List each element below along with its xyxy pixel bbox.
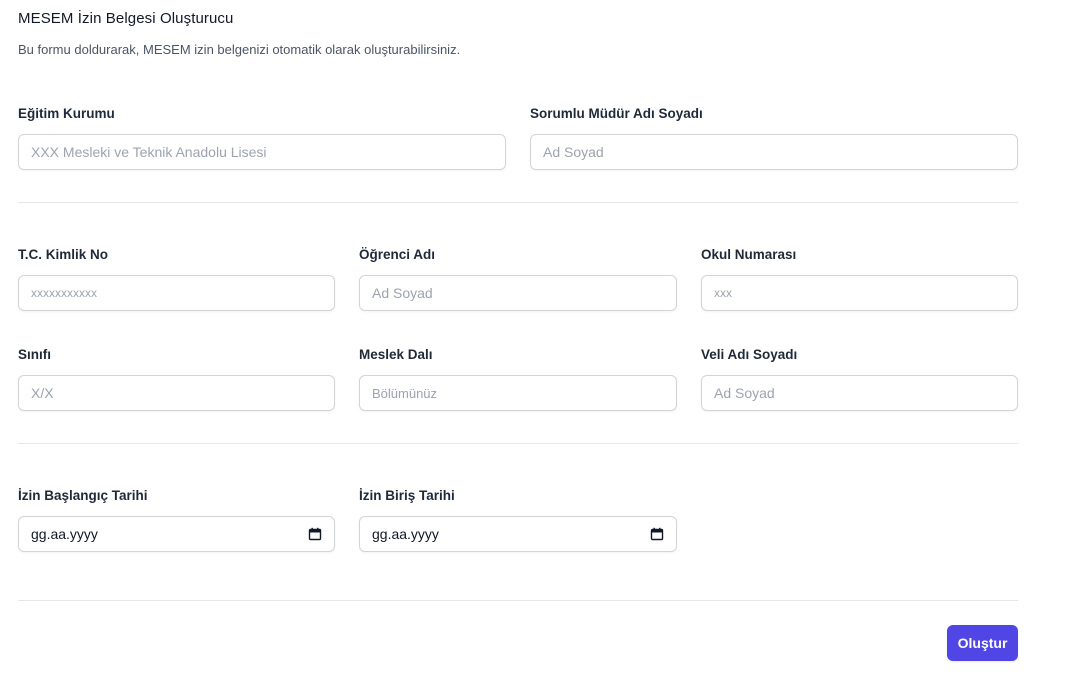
principal-input[interactable]	[530, 134, 1018, 170]
page-subtitle: Bu formu doldurarak, MESEM izin belgeniz…	[18, 42, 461, 57]
end-date-input[interactable]: gg.aa.yyyy	[359, 516, 677, 552]
section-divider	[18, 202, 1018, 203]
class-label: Sınıfı	[18, 347, 51, 362]
submit-button[interactable]: Oluştur	[947, 625, 1018, 661]
parent-label: Veli Adı Soyadı	[701, 347, 798, 362]
calendar-icon[interactable]	[650, 527, 664, 541]
class-input[interactable]	[18, 375, 335, 411]
calendar-icon[interactable]	[308, 527, 322, 541]
institution-label: Eğitim Kurumu	[18, 106, 115, 121]
tc-input[interactable]	[18, 275, 335, 311]
section-divider	[18, 443, 1018, 444]
start-date-input[interactable]: gg.aa.yyyy	[18, 516, 335, 552]
tc-label: T.C. Kimlik No	[18, 247, 109, 262]
branch-input[interactable]	[359, 375, 677, 411]
start-date-value: gg.aa.yyyy	[31, 526, 98, 542]
principal-label: Sorumlu Müdür Adı Soyadı	[530, 106, 703, 121]
parent-input[interactable]	[701, 375, 1018, 411]
school-number-input[interactable]	[701, 275, 1018, 311]
end-date-value: gg.aa.yyyy	[372, 526, 439, 542]
student-name-label: Öğrenci Adı	[359, 247, 436, 262]
branch-label: Meslek Dalı	[359, 347, 433, 362]
section-divider	[18, 600, 1018, 601]
end-date-label: İzin Biriş Tarihi	[359, 488, 455, 503]
school-number-label: Okul Numarası	[701, 247, 797, 262]
institution-input[interactable]	[18, 134, 506, 170]
page-title: MESEM İzin Belgesi Oluşturucu	[18, 10, 234, 27]
student-name-input[interactable]	[359, 275, 677, 311]
start-date-label: İzin Başlangıç Tarihi	[18, 488, 148, 503]
